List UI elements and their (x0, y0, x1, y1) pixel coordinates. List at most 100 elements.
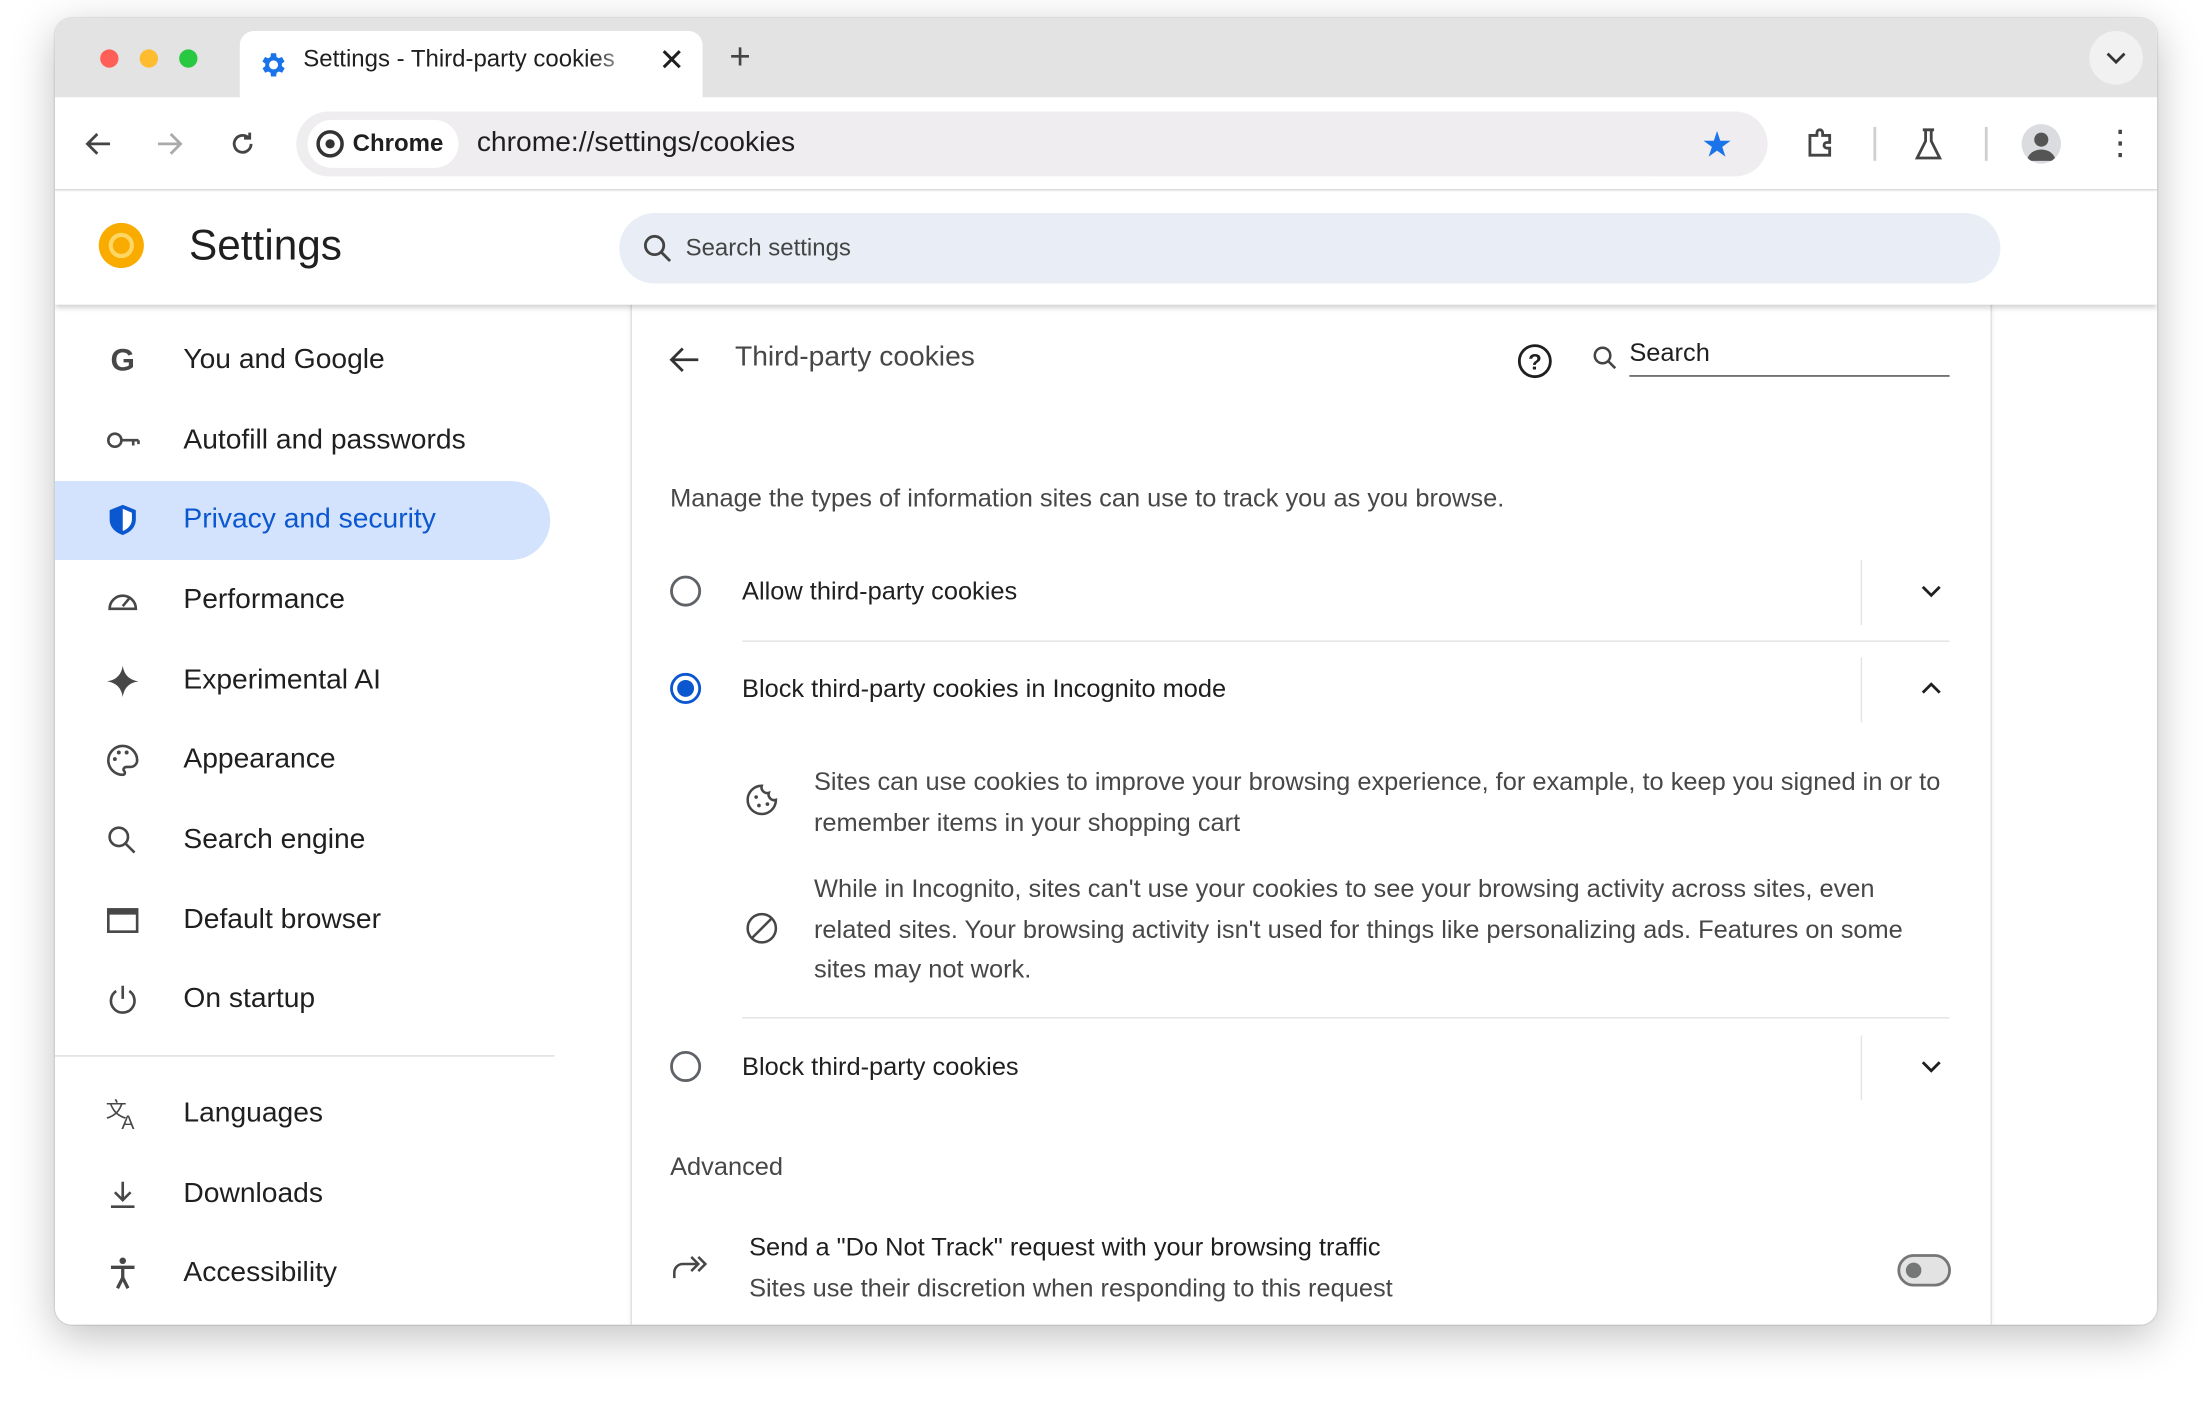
option-label: Block third-party cookies (742, 1052, 1019, 1081)
block-icon (746, 912, 778, 944)
speedometer-icon (108, 594, 138, 611)
sidebar-item-label: Search engine (183, 823, 366, 855)
bookmark-star-icon[interactable]: ★ (1701, 124, 1733, 166)
option-block-third-party[interactable]: Block third-party cookies (632, 1035, 1991, 1114)
sparkle-icon (107, 665, 139, 698)
toggle-knob (1905, 1262, 1922, 1279)
gear-icon (262, 53, 285, 77)
svg-text:G: G (111, 343, 135, 378)
browser-window: Settings - Third-party cookies ✕ + Chrom… (55, 18, 2157, 1325)
power-icon (109, 985, 136, 1014)
search-settings-input[interactable]: Search settings (619, 213, 2001, 284)
forward-arrows-icon (673, 1256, 708, 1279)
minimize-window-button[interactable] (139, 49, 158, 68)
svg-text:A: A (121, 1112, 135, 1133)
option-allow-third-party[interactable]: Allow third-party cookies (632, 560, 1991, 639)
person-icon (2027, 132, 2056, 161)
toolbar: Chrome chrome://settings/cookies ★ ⋮ (55, 97, 2157, 191)
sidebar-item-you-and-google[interactable]: G You and Google (55, 322, 550, 401)
sidebar-item-label: Downloads (183, 1177, 323, 1209)
sidebar-item-label: Languages (183, 1097, 324, 1129)
sidebar-item-label: On startup (183, 983, 316, 1015)
tab-strip: Settings - Third-party cookies ✕ + (55, 18, 2157, 98)
chrome-chip[interactable]: Chrome (307, 119, 459, 168)
search-icon (1593, 346, 1617, 370)
radio-block[interactable] (670, 1050, 702, 1083)
chrome-logo-icon (316, 130, 344, 158)
sidebar-item-label: Autofill and passwords (183, 424, 466, 456)
back-icon[interactable] (85, 130, 113, 158)
option-label: Allow third-party cookies (742, 576, 1018, 606)
sidebar-item-accessibility[interactable]: Accessibility (55, 1234, 550, 1313)
sidebar-item-search-engine[interactable]: Search engine (55, 801, 550, 880)
chevron-up-icon[interactable] (1920, 681, 1943, 695)
vertical-separator (1860, 1035, 1863, 1101)
detail-text: Sites can use cookies to improve your br… (813, 767, 1941, 836)
sidebar-item-performance[interactable]: Performance (55, 561, 550, 640)
reload-icon[interactable] (229, 130, 257, 158)
omnibox[interactable]: Chrome chrome://settings/cookies ★ (296, 111, 1768, 177)
sidebar-item-appearance[interactable]: Appearance (55, 721, 550, 800)
toolbar-separator (1984, 126, 1988, 161)
divider (742, 640, 1950, 642)
extensions-icon[interactable] (1804, 127, 1838, 161)
sidebar-item-label: You and Google (183, 344, 385, 376)
chevron-down-icon (2106, 52, 2126, 65)
subpage-search-input[interactable]: Search (1629, 339, 1950, 377)
option-block-incognito[interactable]: Block third-party cookies in Incognito m… (632, 657, 1991, 736)
forward-icon[interactable] (155, 130, 183, 158)
svg-text:?: ? (1528, 350, 1542, 375)
radio-allow[interactable] (670, 575, 702, 607)
subpage-title: Third-party cookies (734, 341, 975, 373)
download-icon (110, 1181, 135, 1208)
sidebar-item-label: Privacy and security (183, 503, 436, 535)
do-not-track-row[interactable]: Send a "Do Not Track" request with your … (632, 1222, 1991, 1312)
url-text[interactable]: chrome://settings/cookies (477, 127, 795, 159)
chevron-down-icon[interactable] (1920, 1059, 1943, 1073)
sidebar-item-default-browser[interactable]: Default browser (55, 882, 550, 961)
tab-search-button[interactable] (2089, 31, 2143, 85)
vertical-separator (1860, 560, 1863, 625)
dnt-title: Send a "Do Not Track" request with your … (749, 1232, 1381, 1262)
sidebar-item-languages[interactable]: 文 A Languages (55, 1075, 550, 1154)
settings-header: Settings Search settings (55, 191, 2157, 305)
accessibility-icon (110, 1257, 135, 1290)
new-tab-button[interactable]: + (729, 35, 750, 79)
sidebar-item-label: Default browser (183, 904, 381, 936)
chip-label: Chrome (352, 129, 444, 157)
sidebar-item-label: Experimental AI (183, 664, 381, 696)
tab-settings[interactable]: Settings - Third-party cookies ✕ (239, 31, 703, 98)
search-placeholder: Search settings (685, 234, 851, 261)
cookies-card: Third-party cookies ? Search Manage the … (630, 304, 1992, 1325)
translate-icon: 文A (106, 1098, 136, 1133)
sidebar-divider (55, 1055, 555, 1057)
back-arrow-icon[interactable] (669, 346, 700, 374)
advanced-heading: Advanced (670, 1152, 784, 1181)
help-icon[interactable]: ? (1517, 343, 1554, 380)
sidebar-item-downloads[interactable]: Downloads (55, 1155, 550, 1234)
radio-block-incognito[interactable] (670, 672, 702, 704)
sidebar-item-autofill-and-passwords[interactable]: Autofill and passwords (55, 402, 550, 481)
dnt-toggle[interactable] (1897, 1254, 1951, 1287)
profile-avatar[interactable] (2021, 124, 2062, 164)
sidebar-item-label: Performance (183, 584, 345, 616)
toolbar-separator (1873, 126, 1877, 161)
sidebar-item-label: Appearance (183, 743, 336, 775)
cookie-icon (746, 784, 778, 816)
divider (742, 1017, 1950, 1019)
key-icon (107, 432, 140, 449)
search-icon (643, 234, 672, 262)
sidebar-item-on-startup[interactable]: On startup (55, 961, 550, 1040)
sidebar-item-privacy-and-security[interactable]: Privacy and security (55, 481, 551, 561)
maximize-window-button[interactable] (179, 49, 198, 68)
chevron-down-icon[interactable] (1920, 584, 1943, 598)
close-tab-icon[interactable]: ✕ (659, 42, 685, 79)
tab-title: Settings - Third-party cookies (303, 45, 615, 72)
sidebar-item-experimental-ai[interactable]: Experimental AI (55, 642, 550, 721)
more-menu-icon[interactable]: ⋮ (2103, 123, 2137, 165)
google-g-icon: G (111, 343, 135, 378)
labs-flask-icon[interactable] (1913, 127, 1944, 161)
option-label: Block third-party cookies in Incognito m… (742, 674, 1227, 703)
shield-icon (109, 504, 136, 535)
close-window-button[interactable] (100, 49, 119, 68)
